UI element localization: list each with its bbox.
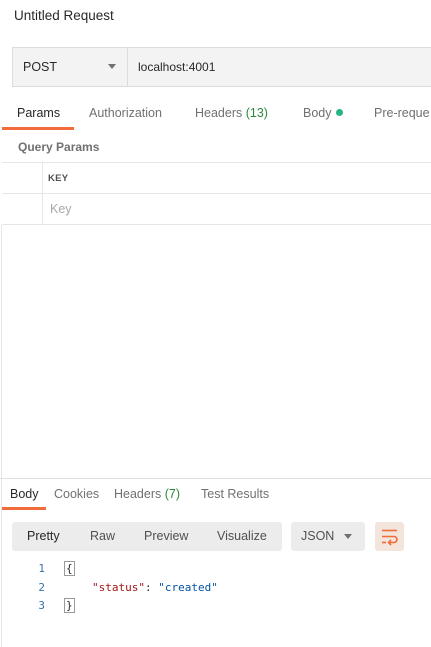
table-divider xyxy=(2,224,431,225)
url-bar: POST localhost:4001 xyxy=(12,47,431,87)
chevron-down-icon xyxy=(344,534,352,539)
response-tab-body[interactable]: Body xyxy=(10,487,39,501)
response-headers-count: (7) xyxy=(164,487,181,501)
method-select[interactable]: POST xyxy=(13,48,128,86)
tab-body-label: Body xyxy=(303,106,332,120)
tab-headers-label: Headers xyxy=(195,106,243,120)
method-label: POST xyxy=(23,60,58,74)
tab-headers[interactable]: Headers (13) xyxy=(195,106,268,120)
json-separator: : xyxy=(144,581,159,594)
code-line: "status": "created" xyxy=(92,581,218,594)
table-column-divider xyxy=(42,162,43,224)
pane-divider[interactable] xyxy=(0,478,431,479)
response-tab-headers[interactable]: Headers (7) xyxy=(114,487,180,501)
open-brace: { xyxy=(64,561,75,576)
key-input[interactable]: Key xyxy=(50,202,72,216)
pretty-button[interactable]: Pretty xyxy=(27,529,60,543)
format-select[interactable]: JSON xyxy=(291,522,365,551)
response-tab-headers-label: Headers xyxy=(114,487,162,501)
visualize-button[interactable]: Visualize xyxy=(217,529,267,543)
active-tab-indicator xyxy=(2,127,74,130)
url-input[interactable]: localhost:4001 xyxy=(138,60,215,74)
preview-button[interactable]: Preview xyxy=(144,529,188,543)
wrap-lines-button[interactable] xyxy=(375,522,404,551)
request-title[interactable]: Untitled Request xyxy=(14,8,114,23)
line-number: 2 xyxy=(38,581,45,594)
tab-pre-request[interactable]: Pre-reque xyxy=(374,106,430,120)
code-line: { xyxy=(64,561,75,576)
request-tabs: Params Authorization Headers (13) Body P… xyxy=(0,98,431,130)
headers-count: (13) xyxy=(245,106,268,120)
wrap-lines-icon xyxy=(382,529,398,546)
json-value: "created" xyxy=(158,581,218,594)
close-brace: } xyxy=(64,598,75,613)
tab-params[interactable]: Params xyxy=(17,106,60,120)
active-response-tab-indicator xyxy=(2,507,46,510)
dot-icon xyxy=(335,109,343,116)
key-column-header: KEY xyxy=(48,173,69,184)
table-divider xyxy=(2,162,431,163)
code-line: } xyxy=(64,598,75,613)
view-mode-group: Pretty Raw Preview Visualize xyxy=(12,522,282,551)
tab-body[interactable]: Body xyxy=(303,106,343,120)
response-tab-test-results[interactable]: Test Results xyxy=(201,487,269,501)
line-number: 3 xyxy=(38,599,45,612)
chevron-down-icon xyxy=(108,64,116,69)
raw-button[interactable]: Raw xyxy=(90,529,115,543)
format-label: JSON xyxy=(301,529,335,543)
json-key: "status" xyxy=(92,581,145,594)
tab-authorization[interactable]: Authorization xyxy=(89,106,162,120)
table-divider xyxy=(2,193,431,194)
response-tab-cookies[interactable]: Cookies xyxy=(54,487,99,501)
line-number: 1 xyxy=(38,562,45,575)
query-params-label: Query Params xyxy=(18,140,100,154)
